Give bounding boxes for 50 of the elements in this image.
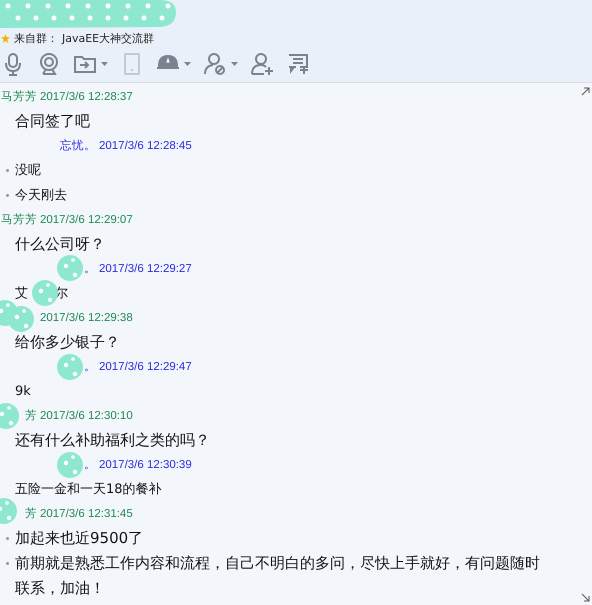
person-block-icon [203, 52, 227, 76]
sticker-drawing [32, 280, 58, 306]
message-text: 什么公司呀？ [15, 234, 105, 255]
sender-name: 。 [84, 458, 96, 473]
sender-name: 芳 [25, 506, 37, 522]
caret-icon [231, 62, 238, 66]
bullet-dot [6, 194, 9, 197]
message-time: 2017/3/6 12:31:45 [40, 507, 133, 522]
bullet-dot [6, 562, 9, 565]
message-time: 2017/3/6 12:30:10 [40, 409, 133, 424]
star-icon [1, 34, 10, 42]
caret-icon [101, 62, 108, 66]
message-text: 加起来也近9500了 [15, 528, 144, 549]
sticker-drawing [57, 354, 83, 380]
message-time: 2017/3/6 12:29:38 [40, 311, 133, 326]
sender-name: 马芳芳 [1, 90, 37, 105]
bullet-dot [6, 537, 9, 540]
message-text: 艾 [15, 285, 28, 303]
message-text: 给你多少银子？ [15, 332, 120, 353]
message-time: 2017/3/6 12:28:45 [99, 139, 192, 154]
message-time: 2017/3/6 12:28:37 [40, 90, 133, 105]
sender-name: 。 [84, 262, 96, 277]
caret-icon [184, 62, 191, 66]
sticker-drawing [57, 452, 83, 478]
message-text: 今天刚去 [15, 187, 67, 205]
message-text: 没呢 [15, 162, 41, 180]
sender-name: 。 [84, 360, 96, 375]
group-label: 来自群： [14, 30, 58, 46]
bullet-dot [6, 169, 9, 172]
camera-icon [37, 52, 61, 76]
message-text: 五险一金和一天18的餐补 [15, 481, 162, 499]
person-block-tool-button[interactable] [202, 52, 238, 76]
message-text: 前期就是熟悉工作内容和流程，自己不明白的多问，尽快上手就好，有问题随时联系，加油！ [15, 553, 541, 599]
message-text: 9k [15, 383, 31, 401]
person-add-tool-button[interactable] [249, 52, 274, 76]
sticker-drawing [57, 255, 83, 281]
message-time: 2017/3/6 12:30:39 [99, 458, 192, 473]
message-text: 合同签了吧 [15, 111, 90, 132]
person-add-icon [250, 52, 274, 76]
message-add-icon [286, 52, 310, 76]
sender-name: 马芳芳 [1, 212, 37, 228]
expand-icon[interactable] [581, 87, 590, 96]
message-text: 还有什么补助福利之类的吗？ [15, 430, 210, 451]
sender-name: 忘忧。 [60, 138, 96, 154]
expand-icon[interactable] [581, 593, 590, 602]
message-time: 2017/3/6 12:29:47 [99, 360, 192, 375]
sender-name: 芳 [25, 408, 37, 424]
group-name: JavaEE大神交流群 [62, 30, 154, 46]
message-time: 2017/3/6 12:29:27 [99, 262, 192, 277]
message-time: 2017/3/6 12:29:07 [40, 213, 133, 228]
